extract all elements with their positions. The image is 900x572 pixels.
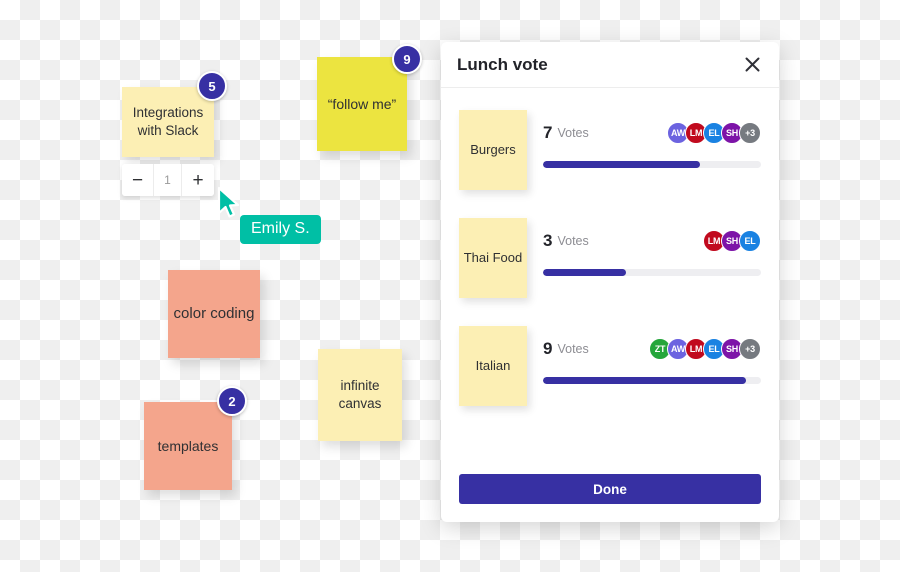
- vote-count: 9: [543, 339, 553, 358]
- close-button[interactable]: [741, 54, 763, 76]
- vote-progress-fill: [543, 269, 626, 276]
- vote-options-list: Burgers 7 Votes AW LM EL SH +3 Thai Food…: [441, 88, 779, 464]
- option-label: Italian: [475, 357, 511, 373]
- option-label: Thai Food: [463, 249, 523, 265]
- vote-badge-integrations[interactable]: 5: [197, 71, 227, 101]
- sticky-note-color-coding[interactable]: color coding: [168, 270, 260, 358]
- votes-label: Votes: [557, 126, 589, 140]
- vote-stepper[interactable]: − 1 +: [122, 164, 214, 196]
- sticky-note-text: infinite canvas: [338, 378, 382, 411]
- vote-badge-follow-me[interactable]: 9: [392, 44, 422, 74]
- avatar-overflow[interactable]: +3: [739, 122, 761, 144]
- whiteboard-canvas[interactable]: Integrations with Slack 5 “follow me” 9 …: [0, 0, 900, 572]
- minus-icon: −: [131, 169, 144, 191]
- vote-badge-templates[interactable]: 2: [217, 386, 247, 416]
- vote-badge-count: 5: [208, 78, 216, 94]
- sticky-note-follow-me[interactable]: “follow me”: [317, 57, 407, 151]
- plus-icon: +: [192, 169, 204, 191]
- vote-progress-fill: [543, 377, 746, 384]
- voter-avatars[interactable]: AW LM EL SH +3: [667, 122, 761, 144]
- vote-row[interactable]: Burgers 7 Votes AW LM EL SH +3: [459, 110, 761, 194]
- modal-footer: Done: [441, 464, 779, 522]
- votes-label: Votes: [557, 342, 589, 356]
- stepper-value: 1: [154, 164, 182, 196]
- option-summary: 7 Votes AW LM EL SH +3: [543, 120, 761, 146]
- voter-avatars[interactable]: LM SH EL: [703, 230, 761, 252]
- vote-progress-fill: [543, 161, 700, 168]
- option-sticky-note[interactable]: Thai Food: [459, 218, 527, 298]
- avatar[interactable]: EL: [739, 230, 761, 252]
- close-icon: [745, 57, 759, 72]
- sticky-note-templates[interactable]: templates: [144, 402, 232, 490]
- option-details: 7 Votes AW LM EL SH +3: [543, 110, 761, 168]
- option-sticky-note[interactable]: Burgers: [459, 110, 527, 190]
- option-summary: 3 Votes LM SH EL: [543, 228, 761, 254]
- done-button[interactable]: Done: [459, 474, 761, 504]
- collaborator-name: Emily S.: [251, 220, 310, 237]
- pointer-cursor-icon: [217, 186, 240, 218]
- sticky-note-text: “follow me”: [327, 95, 397, 112]
- avatar-overflow[interactable]: +3: [739, 338, 761, 360]
- vote-count: 3: [543, 231, 553, 250]
- vote-progress-track: [543, 269, 761, 276]
- lunch-vote-modal: Lunch vote Burgers 7 Votes AW LM EL SH +…: [441, 42, 779, 522]
- option-sticky-note[interactable]: Italian: [459, 326, 527, 406]
- decrement-button[interactable]: −: [122, 164, 154, 196]
- vote-badge-count: 2: [228, 393, 236, 409]
- sticky-note-infinite-canvas[interactable]: infinite canvas: [318, 349, 402, 441]
- option-details: 9 Votes ZT AW LM EL SH +3: [543, 326, 761, 384]
- vote-badge-count: 9: [403, 51, 411, 67]
- increment-button[interactable]: +: [182, 164, 214, 196]
- vote-row[interactable]: Thai Food 3 Votes LM SH EL: [459, 218, 761, 302]
- sticky-note-text: Integrations with Slack: [132, 105, 204, 138]
- voter-avatars[interactable]: ZT AW LM EL SH +3: [649, 338, 761, 360]
- collaborator-name-label: Emily S.: [240, 215, 321, 244]
- vote-progress-track: [543, 377, 761, 384]
- vote-progress-track: [543, 161, 761, 168]
- option-label: Burgers: [470, 141, 516, 157]
- modal-title: Lunch vote: [457, 54, 548, 74]
- sticky-note-integrations[interactable]: Integrations with Slack: [122, 87, 214, 157]
- votes-label: Votes: [557, 234, 589, 248]
- vote-row[interactable]: Italian 9 Votes ZT AW LM EL SH +3: [459, 326, 761, 410]
- modal-header: Lunch vote: [441, 42, 779, 88]
- option-summary: 9 Votes ZT AW LM EL SH +3: [543, 336, 761, 362]
- sticky-note-text: templates: [157, 437, 219, 454]
- option-details: 3 Votes LM SH EL: [543, 218, 761, 276]
- vote-count: 7: [543, 123, 553, 142]
- sticky-note-text: color coding: [173, 305, 255, 323]
